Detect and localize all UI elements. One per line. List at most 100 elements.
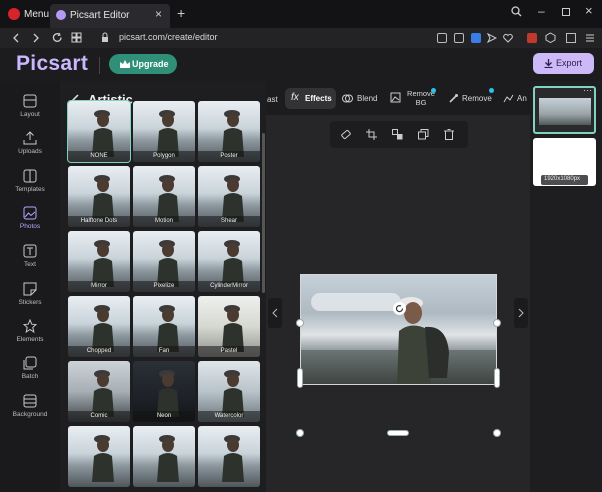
sidebar-item-background[interactable]: Background bbox=[0, 389, 60, 425]
search-icon[interactable] bbox=[511, 6, 522, 17]
resize-handle-top-left[interactable] bbox=[296, 319, 304, 327]
cube-icon[interactable] bbox=[545, 32, 556, 43]
hiker-silhouette bbox=[220, 172, 246, 222]
sidebar-item-templates[interactable]: Templates bbox=[0, 164, 60, 200]
heart-icon[interactable] bbox=[503, 33, 513, 43]
tool-tab-partial[interactable]: ast bbox=[267, 89, 278, 111]
export-button[interactable]: Export bbox=[533, 53, 594, 74]
header-divider bbox=[99, 57, 100, 74]
tool-tab-effects[interactable]: fx Effects bbox=[285, 88, 336, 109]
sidebar-item-label: Stickers bbox=[18, 299, 42, 306]
sidebar-item-label: Layout bbox=[20, 111, 40, 118]
trash-icon[interactable] bbox=[444, 129, 454, 140]
effect-thumb-partial[interactable] bbox=[133, 426, 195, 487]
effect-thumb-watercolor[interactable]: Watercolor bbox=[198, 361, 260, 422]
resize-handle-left[interactable] bbox=[297, 368, 303, 388]
resize-handle-right[interactable] bbox=[494, 368, 500, 388]
maximize-icon[interactable] bbox=[562, 8, 570, 16]
picsart-logo[interactable]: Picsart bbox=[16, 52, 88, 76]
new-tab-icon[interactable]: + bbox=[177, 5, 185, 21]
duplicate-icon[interactable] bbox=[418, 129, 429, 140]
sidebar-item-text[interactable]: Text bbox=[0, 239, 60, 275]
easy-setup-icon[interactable] bbox=[585, 33, 595, 43]
replace-icon[interactable] bbox=[392, 129, 403, 140]
picsart-editor: Picsart Upgrade Export Layout Uploads Te… bbox=[0, 48, 602, 492]
opera-logo-icon[interactable] bbox=[8, 8, 20, 20]
effect-thumb-partial[interactable] bbox=[68, 426, 130, 487]
back-icon[interactable] bbox=[12, 33, 20, 43]
close-window-icon[interactable]: × bbox=[585, 3, 593, 18]
reload-icon[interactable] bbox=[52, 32, 63, 43]
effect-thumb-comic[interactable]: Comic bbox=[68, 361, 130, 422]
collapse-panel-button[interactable] bbox=[268, 298, 282, 328]
effect-thumb-partial[interactable] bbox=[198, 426, 260, 487]
resize-handle-top-right[interactable] bbox=[493, 319, 501, 327]
snapshot-icon[interactable] bbox=[566, 33, 576, 43]
url-field[interactable]: picsart.com/create/editor bbox=[119, 32, 218, 42]
expand-pages-button[interactable] bbox=[514, 298, 528, 328]
resize-handle-bottom[interactable] bbox=[387, 430, 409, 436]
effect-thumb-none[interactable]: NONE bbox=[67, 100, 131, 163]
edit-url-icon[interactable] bbox=[437, 33, 447, 43]
rotate-handle[interactable] bbox=[393, 302, 406, 315]
effect-thumb-polygon[interactable]: Polygon bbox=[133, 101, 195, 162]
menu-button[interactable]: Menu bbox=[24, 9, 49, 20]
templates-icon bbox=[23, 169, 37, 183]
effect-thumb-motion[interactable]: Motion bbox=[133, 166, 195, 227]
resize-handle-bottom-left[interactable] bbox=[296, 429, 304, 437]
effect-thumb-cylindermirror[interactable]: CylinderMirror bbox=[198, 231, 260, 292]
background-icon bbox=[23, 394, 37, 408]
upgrade-label: Upgrade bbox=[132, 59, 169, 69]
tabs-grid-icon[interactable] bbox=[71, 32, 82, 43]
extension-icon[interactable] bbox=[527, 33, 537, 43]
effect-thumb-fan[interactable]: Fan bbox=[133, 296, 195, 357]
lock-icon bbox=[102, 32, 108, 42]
effect-thumb-poster[interactable]: Poster bbox=[198, 101, 260, 162]
sidebar-item-elements[interactable]: Elements bbox=[0, 314, 60, 350]
browser-tab-active[interactable]: Picsart Editor × bbox=[50, 4, 170, 28]
vpn-shield-icon[interactable] bbox=[471, 33, 481, 43]
hiker-silhouette bbox=[155, 367, 181, 417]
camera-icon[interactable] bbox=[454, 33, 464, 43]
page-more-icon[interactable]: ··· bbox=[583, 85, 592, 95]
send-icon[interactable] bbox=[487, 33, 497, 43]
hiker-silhouette bbox=[155, 237, 181, 287]
tool-tab-remove[interactable]: Remove bbox=[448, 88, 496, 109]
hiker-silhouette bbox=[220, 432, 246, 482]
sidebar-item-layout[interactable]: Layout bbox=[0, 89, 60, 125]
resize-handle-bottom-right[interactable] bbox=[493, 429, 501, 437]
effect-label: Pixelize bbox=[133, 281, 195, 292]
sidebar-item-label: Background bbox=[12, 411, 48, 418]
tool-tab-animation[interactable]: An bbox=[503, 88, 530, 109]
effect-label: Fan bbox=[133, 346, 195, 357]
effect-thumb-pastel[interactable]: Pastel bbox=[198, 296, 260, 357]
sidebar-item-batch[interactable]: Batch bbox=[0, 351, 60, 387]
forward-icon[interactable] bbox=[32, 33, 40, 43]
crop-icon[interactable] bbox=[366, 129, 377, 140]
hiker-silhouette bbox=[90, 237, 116, 287]
tool-tab-remove-bg[interactable]: Remove BG bbox=[390, 88, 440, 112]
upgrade-button[interactable]: Upgrade bbox=[109, 54, 177, 74]
hiker-silhouette bbox=[155, 432, 181, 482]
canvas-image[interactable] bbox=[300, 274, 497, 385]
page-thumbnail-selected[interactable]: ··· bbox=[533, 85, 596, 134]
effect-thumb-mirror[interactable]: Mirror bbox=[68, 231, 130, 292]
tool-tab-blend[interactable]: Blend bbox=[342, 88, 382, 109]
effect-label: NONE bbox=[68, 151, 130, 162]
effect-thumb-halftone-dots[interactable]: Halftone Dots bbox=[68, 166, 130, 227]
hiker-silhouette bbox=[220, 367, 246, 417]
effect-thumb-shear[interactable]: Shear bbox=[198, 166, 260, 227]
page-thumbnail-image bbox=[539, 98, 591, 125]
effect-thumb-chopped[interactable]: Chopped bbox=[68, 296, 130, 357]
sidebar-item-photos[interactable]: Photos bbox=[0, 201, 60, 237]
panel-scrollbar[interactable] bbox=[262, 133, 265, 293]
effect-thumb-neon[interactable]: Neon bbox=[133, 361, 195, 422]
effect-label: Halftone Dots bbox=[68, 216, 130, 227]
sidebar-item-uploads[interactable]: Uploads bbox=[0, 126, 60, 162]
page-thumbnail-blank[interactable]: 1920x1080px bbox=[533, 138, 596, 186]
eraser-icon[interactable] bbox=[340, 129, 351, 140]
tab-close-icon[interactable]: × bbox=[155, 7, 162, 21]
sidebar-item-stickers[interactable]: Stickers bbox=[0, 277, 60, 313]
effect-thumb-pixelize[interactable]: Pixelize bbox=[133, 231, 195, 292]
minimize-icon[interactable]: – bbox=[538, 4, 545, 18]
